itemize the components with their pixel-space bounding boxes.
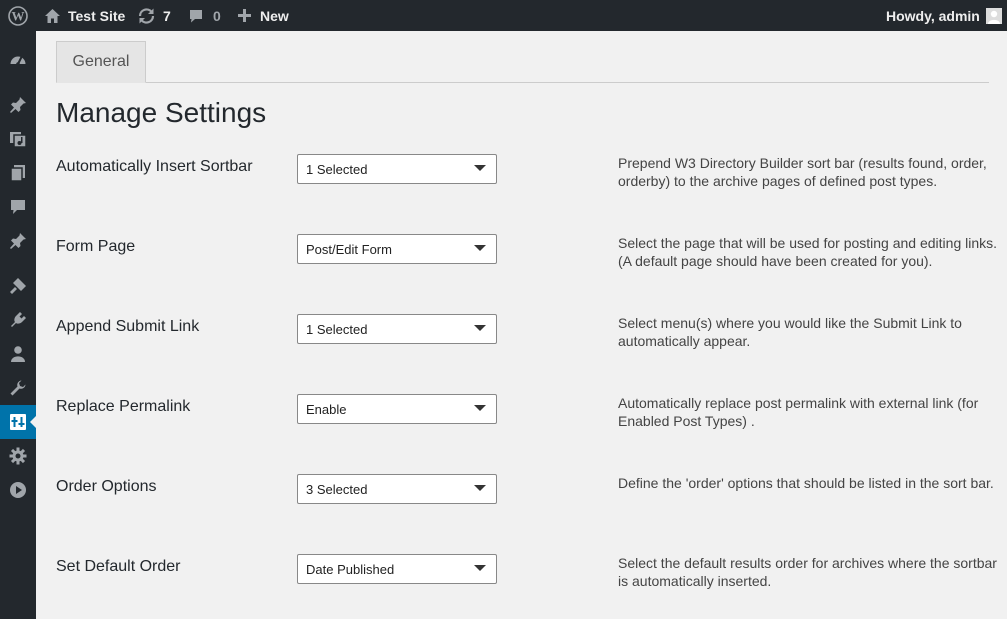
setting-description: Automatically replace post permalink wit… bbox=[618, 395, 979, 429]
menu-appearance[interactable] bbox=[0, 269, 36, 303]
pin-icon bbox=[9, 232, 27, 250]
posts-icon bbox=[9, 96, 27, 114]
directory-builder-icon bbox=[9, 413, 27, 431]
menu-settings[interactable] bbox=[0, 439, 36, 473]
chevron-down-icon bbox=[474, 485, 486, 491]
play-icon bbox=[9, 481, 27, 499]
page-title: Manage Settings bbox=[56, 97, 267, 128]
form-page-select[interactable]: Post/Edit Form bbox=[297, 234, 497, 264]
new-label: New bbox=[260, 7, 289, 24]
menu-users[interactable] bbox=[0, 337, 36, 371]
plus-icon bbox=[237, 8, 252, 23]
order-options-select[interactable]: 3 Selected bbox=[297, 474, 497, 504]
select-value: 3 Selected bbox=[306, 482, 368, 497]
menu-directory-builder[interactable] bbox=[0, 405, 36, 439]
menu-pages[interactable] bbox=[0, 156, 36, 190]
users-icon bbox=[9, 345, 27, 363]
setting-description: Define the 'order' options that should b… bbox=[618, 475, 994, 491]
menu-plugins[interactable] bbox=[0, 303, 36, 337]
updates-link[interactable]: 7 bbox=[137, 0, 171, 31]
replace-permalink-select[interactable]: Enable bbox=[297, 394, 497, 424]
setting-row-replace-permalink: Replace Permalink Enable Automatically r… bbox=[36, 394, 1007, 454]
menu-dashboard[interactable] bbox=[0, 43, 36, 77]
setting-label: Automatically Insert Sortbar bbox=[56, 158, 253, 175]
default-order-select[interactable]: Date Published bbox=[297, 554, 497, 584]
tools-icon bbox=[9, 379, 27, 397]
setting-label: Form Page bbox=[56, 238, 136, 255]
comments-icon bbox=[9, 198, 27, 216]
menu-custom-post-type[interactable] bbox=[0, 224, 36, 258]
setting-row-default-order: Set Default Order Date Published Select … bbox=[36, 554, 1007, 614]
append-submit-link-select[interactable]: 1 Selected bbox=[297, 314, 497, 344]
chevron-down-icon bbox=[474, 405, 486, 411]
setting-label: Order Options bbox=[56, 478, 157, 495]
tab-divider bbox=[56, 82, 989, 83]
select-value: Date Published bbox=[306, 562, 395, 577]
menu-comments[interactable] bbox=[0, 190, 36, 224]
my-account-link[interactable]: Howdy, admin bbox=[886, 0, 1002, 31]
site-name-link[interactable]: Test Site bbox=[44, 0, 125, 31]
howdy-text: Howdy, admin bbox=[886, 7, 980, 24]
select-value: Enable bbox=[306, 402, 347, 417]
tab-general[interactable]: General bbox=[56, 41, 146, 83]
updates-count: 7 bbox=[163, 7, 171, 24]
menu-media[interactable] bbox=[0, 122, 36, 156]
admin-menu bbox=[0, 31, 36, 619]
updates-icon bbox=[137, 7, 156, 25]
chevron-down-icon bbox=[474, 565, 486, 571]
setting-label: Set Default Order bbox=[56, 558, 181, 575]
insert-sortbar-select[interactable]: 1 Selected bbox=[297, 154, 497, 184]
dashboard-icon bbox=[9, 51, 27, 69]
media-icon bbox=[9, 130, 27, 148]
setting-description: Select the page that will be used for po… bbox=[618, 235, 998, 269]
admin-bar: W Test Site 7 0 New Howdy, admin bbox=[0, 0, 1007, 31]
select-value: Post/Edit Form bbox=[306, 242, 392, 257]
setting-label: Append Submit Link bbox=[56, 318, 200, 335]
menu-posts[interactable] bbox=[0, 88, 36, 122]
setting-row-append-submit-link: Append Submit Link 1 Selected Select men… bbox=[36, 314, 1007, 374]
avatar bbox=[985, 7, 1002, 24]
setting-row-form-page: Form Page Post/Edit Form Select the page… bbox=[36, 234, 1007, 294]
setting-description: Select the default results order for arc… bbox=[618, 555, 997, 589]
pages-icon bbox=[9, 164, 27, 182]
plugins-icon bbox=[9, 311, 27, 329]
wordpress-logo-icon[interactable]: W bbox=[8, 0, 28, 31]
menu-media-player[interactable] bbox=[0, 473, 36, 507]
new-content-link[interactable]: New bbox=[237, 0, 289, 31]
svg-text:W: W bbox=[12, 8, 25, 23]
menu-tools[interactable] bbox=[0, 371, 36, 405]
comments-link[interactable]: 0 bbox=[188, 0, 221, 31]
chevron-down-icon bbox=[474, 325, 486, 331]
home-icon bbox=[44, 8, 61, 24]
setting-label: Replace Permalink bbox=[56, 398, 191, 415]
chevron-down-icon bbox=[474, 165, 486, 171]
setting-row-order-options: Order Options 3 Selected Define the 'ord… bbox=[36, 474, 1007, 534]
select-value: 1 Selected bbox=[306, 322, 368, 337]
main-content: General Manage Settings Automatically In… bbox=[36, 31, 1007, 619]
appearance-icon bbox=[9, 277, 27, 295]
setting-description: Select menu(s) where you would like the … bbox=[618, 315, 962, 349]
settings-icon bbox=[9, 447, 27, 465]
setting-row-insert-sortbar: Automatically Insert Sortbar 1 Selected … bbox=[36, 154, 1007, 214]
comments-count: 0 bbox=[213, 7, 221, 24]
chevron-down-icon bbox=[474, 245, 486, 251]
setting-description: Prepend W3 Directory Builder sort bar (r… bbox=[618, 155, 987, 189]
comments-icon bbox=[188, 8, 204, 24]
site-name: Test Site bbox=[68, 7, 126, 24]
select-value: 1 Selected bbox=[306, 162, 368, 177]
